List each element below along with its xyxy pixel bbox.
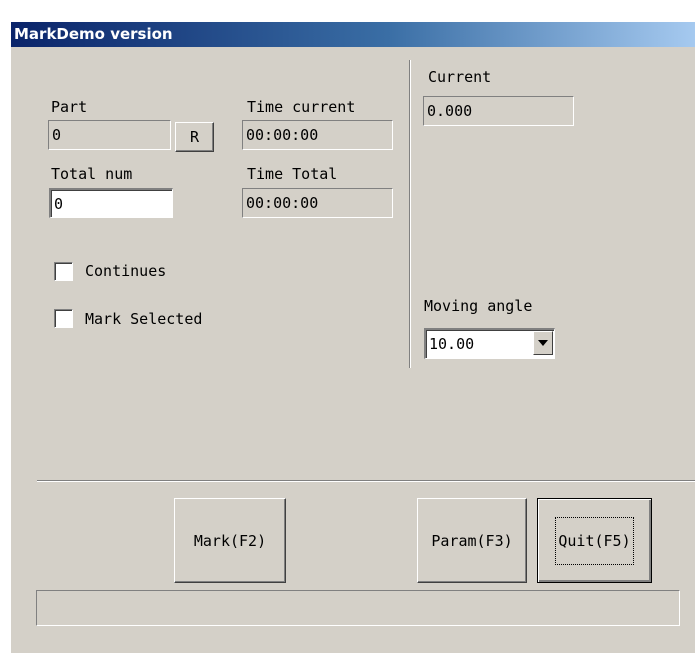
part-label: Part [51, 98, 88, 116]
moving-angle-value: 10.00 [429, 335, 475, 353]
param-button[interactable]: Param(F3) [417, 498, 527, 583]
chevron-down-icon[interactable] [533, 331, 553, 355]
mark-button[interactable]: Mark(F2) [174, 498, 286, 583]
quit-button-label: Quit(F5) [555, 516, 634, 565]
status-bar [36, 590, 680, 626]
continues-label: Continues [85, 262, 167, 280]
dialog-window: MarkDemo version Part 0 R Time current 0… [10, 21, 695, 653]
mark-button-label: Mark(F2) [193, 531, 267, 550]
quit-button[interactable]: Quit(F5) [537, 498, 652, 583]
total-num-input[interactable]: 0 [49, 188, 173, 218]
param-button-label: Param(F3) [431, 531, 513, 550]
moving-angle-label: Moving angle [424, 297, 533, 315]
current-label: Current [428, 68, 492, 86]
time-total-field: 00:00:00 [242, 188, 393, 218]
time-current-field: 00:00:00 [242, 120, 393, 150]
mark-selected-checkbox[interactable] [54, 309, 73, 328]
reset-part-button-label: R [189, 128, 200, 146]
window-title: MarkDemo version [14, 25, 173, 43]
moving-angle-select[interactable]: 10.00 [424, 328, 555, 359]
horizontal-divider [37, 480, 695, 482]
continues-checkbox[interactable] [54, 262, 73, 281]
total-num-label: Total num [51, 165, 133, 183]
title-bar[interactable]: MarkDemo version [11, 22, 695, 47]
part-field: 0 [48, 120, 171, 150]
current-field: 0.000 [423, 96, 574, 126]
mark-selected-label: Mark Selected [85, 310, 203, 328]
reset-part-button[interactable]: R [175, 122, 214, 152]
time-total-label: Time Total [247, 165, 338, 183]
vertical-divider [409, 60, 411, 368]
time-current-label: Time current [247, 98, 356, 116]
